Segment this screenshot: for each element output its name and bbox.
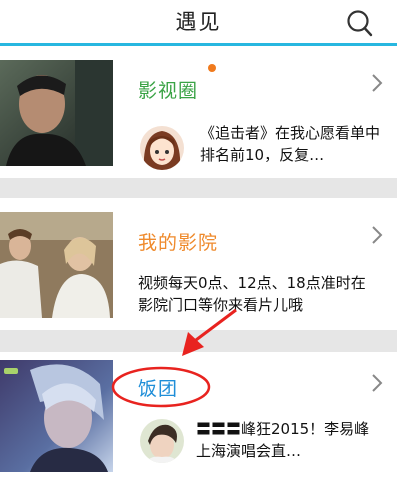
pointer-arrow-line [195,308,237,342]
annotation-overlay [111,308,237,408]
highlight-circle [111,366,211,408]
